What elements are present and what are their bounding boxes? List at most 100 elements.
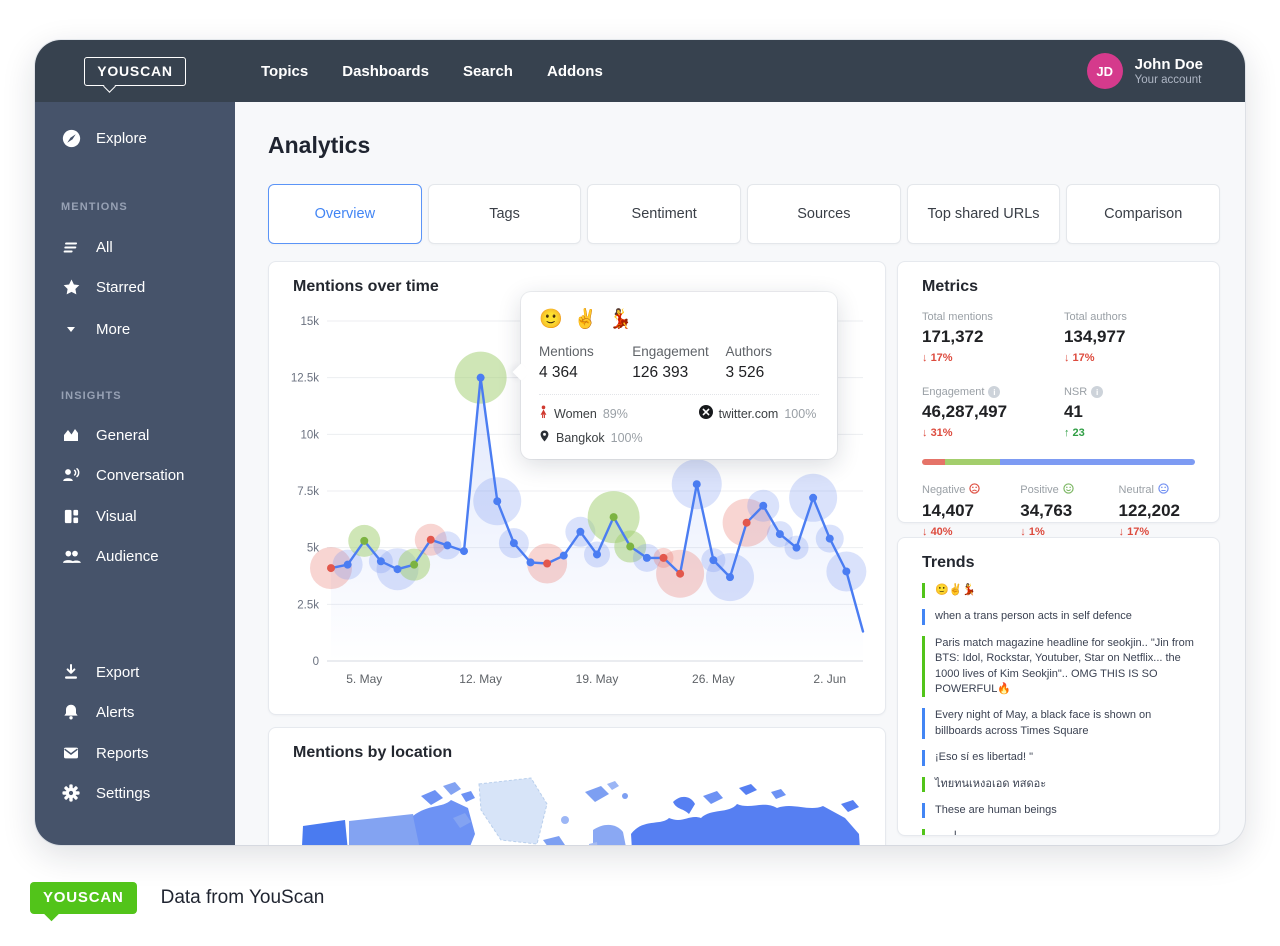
account-subtitle: Your account xyxy=(1135,74,1203,86)
tab-comparison[interactable]: Comparison xyxy=(1066,184,1220,244)
top-bar: YOUSCAN Topics Dashboards Search Addons … xyxy=(35,40,1245,102)
sidebar-item-export[interactable]: Export xyxy=(35,654,235,690)
svg-text:5. May: 5. May xyxy=(346,672,382,686)
sidebar-item-label: Conversation xyxy=(96,467,184,484)
tooltip-meta-label: Bangkok xyxy=(556,431,605,445)
trend-item[interactable]: 🙂✌️💃 xyxy=(922,583,1197,598)
main-content: Analytics Overview Tags Sentiment Source… xyxy=(235,102,1245,845)
sad-face-icon xyxy=(969,483,980,497)
youscan-footer-logo: YOUSCAN xyxy=(30,882,137,914)
nav-dashboards[interactable]: Dashboards xyxy=(342,63,429,80)
sidebar-item-reports[interactable]: Reports xyxy=(35,735,235,771)
account-menu[interactable]: JD John Doe Your account xyxy=(1087,53,1245,89)
metric-total-mentions: Total mentions 171,372 ↓ 17% xyxy=(922,311,1064,364)
tooltip-meta-label: twitter.com xyxy=(719,407,779,421)
tooltip-stat-value: 4 364 xyxy=(539,364,632,382)
trend-item[interactable]: ¡Eso sí es libertad! " xyxy=(922,750,1197,765)
avatar[interactable]: JD xyxy=(1087,53,1123,89)
top-navigation: Topics Dashboards Search Addons xyxy=(235,63,603,80)
envelope-icon xyxy=(61,743,81,763)
world-map[interactable] xyxy=(293,774,863,845)
chart-title: Mentions over time xyxy=(293,278,439,296)
trend-item[interactable]: Every night of May, a black face is show… xyxy=(922,708,1197,739)
mentions-over-time-card: Mentions over time 15k12.5k10k7.5k5k2.5k… xyxy=(268,261,886,715)
tooltip-stat-value: 3 526 xyxy=(725,364,818,382)
svg-text:15k: 15k xyxy=(300,316,319,328)
tooltip-emojis: 🙂 ✌️ 💃 xyxy=(539,307,819,331)
trend-item[interactable]: These are human beings xyxy=(922,803,1197,818)
nav-topics[interactable]: Topics xyxy=(261,63,308,80)
metric-negative: Negative 14,407 ↓ 40% xyxy=(922,483,1020,538)
sidebar-item-label: All xyxy=(96,239,113,256)
tooltip-meta-label: Women xyxy=(554,407,597,421)
sidebar-item-general[interactable]: General xyxy=(35,417,235,453)
svg-text:12.5k: 12.5k xyxy=(291,373,319,385)
page-footer: YOUSCAN Data from YouScan xyxy=(30,882,324,914)
info-icon[interactable]: i xyxy=(988,386,1000,398)
download-icon xyxy=(61,662,81,682)
sidebar-item-all[interactable]: All xyxy=(35,229,235,265)
sidebar: Explore MENTIONS All Starred More INSIGH… xyxy=(35,102,235,845)
app-window: YOUSCAN Topics Dashboards Search Addons … xyxy=(35,40,1245,845)
trend-item[interactable]: ไทยทนเหงอเอด ทสดอะ xyxy=(922,777,1197,792)
sidebar-item-more[interactable]: More xyxy=(35,311,235,347)
sidebar-item-label: Reports xyxy=(96,745,149,762)
tooltip-meta-value: 100% xyxy=(611,431,643,445)
sidebar-item-audience[interactable]: Audience xyxy=(35,538,235,574)
sidebar-item-alerts[interactable]: Alerts xyxy=(35,694,235,730)
svg-text:26. May: 26. May xyxy=(692,672,735,686)
x-twitter-icon xyxy=(699,405,713,422)
speaker-icon xyxy=(61,465,81,485)
logo-tail xyxy=(103,80,116,93)
footer-attribution: Data from YouScan xyxy=(161,887,325,909)
sidebar-item-starred[interactable]: Starred xyxy=(35,269,235,305)
sidebar-item-visual[interactable]: Visual xyxy=(35,498,235,534)
svg-text:19. May: 19. May xyxy=(576,672,619,686)
sidebar-item-explore[interactable]: Explore xyxy=(35,120,235,156)
logo-text: YOUSCAN xyxy=(97,63,173,79)
metric-total-authors: Total authors 134,977 ↓ 17% xyxy=(1064,311,1195,364)
tab-top-shared-urls[interactable]: Top shared URLs xyxy=(907,184,1061,244)
people-icon xyxy=(61,546,81,566)
metric-nsr: NSRi 41 ↑ 23 xyxy=(1064,386,1195,439)
grid-icon xyxy=(61,506,81,526)
tab-tags[interactable]: Tags xyxy=(428,184,582,244)
location-title: Mentions by location xyxy=(293,744,452,762)
svg-text:12. May: 12. May xyxy=(459,672,502,686)
tooltip-meta-value: 100% xyxy=(784,407,816,421)
trends-title: Trends xyxy=(922,554,1197,572)
gear-icon xyxy=(61,783,81,803)
tab-overview[interactable]: Overview xyxy=(268,184,422,244)
sidebar-item-label: Audience xyxy=(96,548,159,565)
sidebar-item-conversation[interactable]: Conversation xyxy=(35,457,235,493)
nav-search[interactable]: Search xyxy=(463,63,513,80)
sidebar-item-label: Explore xyxy=(96,130,147,147)
sidebar-section-mentions: MENTIONS xyxy=(61,201,128,213)
pin-icon xyxy=(539,429,550,446)
info-icon[interactable]: i xyxy=(1091,386,1103,398)
metric-positive: Positive 34,763 ↓ 1% xyxy=(1020,483,1118,538)
svg-text:0: 0 xyxy=(313,656,319,668)
metric-engagement: Engagementi 46,287,497 ↓ 31% xyxy=(922,386,1064,439)
svg-text:10k: 10k xyxy=(300,429,319,441)
sidebar-item-label: General xyxy=(96,427,149,444)
nav-addons[interactable]: Addons xyxy=(547,63,603,80)
sentiment-bar xyxy=(922,459,1195,465)
tooltip-stat-label: Mentions xyxy=(539,344,632,359)
trend-item[interactable]: يا رب xyxy=(922,829,1197,836)
chart-tooltip: 🙂 ✌️ 💃 Mentions4 364 Engagement126 393 A… xyxy=(521,292,837,459)
svg-text:2. Jun: 2. Jun xyxy=(813,672,846,686)
sidebar-item-label: Settings xyxy=(96,785,150,802)
trend-item[interactable]: when a trans person acts in self defence xyxy=(922,609,1197,624)
caret-down-icon xyxy=(61,319,81,339)
svg-text:2.5k: 2.5k xyxy=(297,599,319,611)
analytics-tabs: Overview Tags Sentiment Sources Top shar… xyxy=(268,184,1220,244)
tab-sources[interactable]: Sources xyxy=(747,184,901,244)
sidebar-item-settings[interactable]: Settings xyxy=(35,775,235,811)
sidebar-item-label: More xyxy=(96,321,130,338)
compass-icon xyxy=(61,128,81,148)
trend-item[interactable]: Paris match magazine headline for seokji… xyxy=(922,636,1197,698)
happy-face-icon xyxy=(1063,483,1074,497)
tab-sentiment[interactable]: Sentiment xyxy=(587,184,741,244)
page-title: Analytics xyxy=(268,132,370,159)
